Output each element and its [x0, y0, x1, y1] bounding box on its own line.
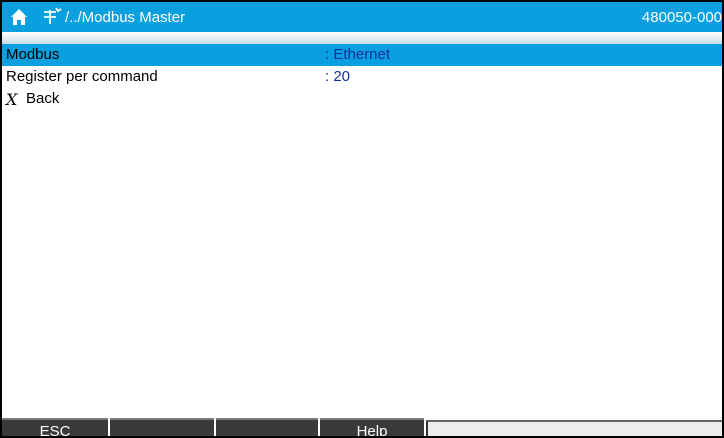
menu-item-label: Back	[26, 90, 60, 107]
help-button[interactable]: Help	[320, 418, 424, 438]
menu-item-label: Register per command	[6, 68, 158, 85]
menu-item-label: Modbus	[6, 46, 60, 63]
breadcrumb-path: /../Modbus Master	[65, 9, 186, 26]
home-icon[interactable]	[10, 8, 28, 26]
title-bar: /../Modbus Master 480050-000	[2, 2, 722, 32]
menu-item-value: : Ethernet	[325, 46, 391, 63]
esc-button-label: ESC	[39, 423, 71, 438]
esc-button[interactable]: ESC	[2, 418, 108, 438]
softkey-3-button[interactable]	[216, 418, 318, 436]
menu-item-register-per-command[interactable]: Register per command : 20	[2, 66, 722, 88]
menu-item-value: : 20	[325, 68, 351, 85]
device-id: 480050-000	[641, 9, 722, 26]
softkey-empty-area	[426, 420, 722, 436]
softkey-2-button[interactable]	[110, 418, 214, 436]
help-button-label: Help	[356, 423, 388, 438]
menu-tree-icon[interactable]	[42, 7, 62, 25]
softkey-bar: ESC Help	[2, 418, 722, 438]
header-separator	[2, 32, 722, 44]
menu-item-back[interactable]: X Back	[2, 88, 722, 110]
menu-item-modbus[interactable]: Modbus : Ethernet	[2, 44, 722, 66]
menu-list: Modbus : Ethernet Register per command :…	[2, 44, 722, 110]
back-x-icon: X	[6, 90, 18, 109]
device-screen: /../Modbus Master 480050-000 Modbus : Et…	[0, 0, 724, 438]
